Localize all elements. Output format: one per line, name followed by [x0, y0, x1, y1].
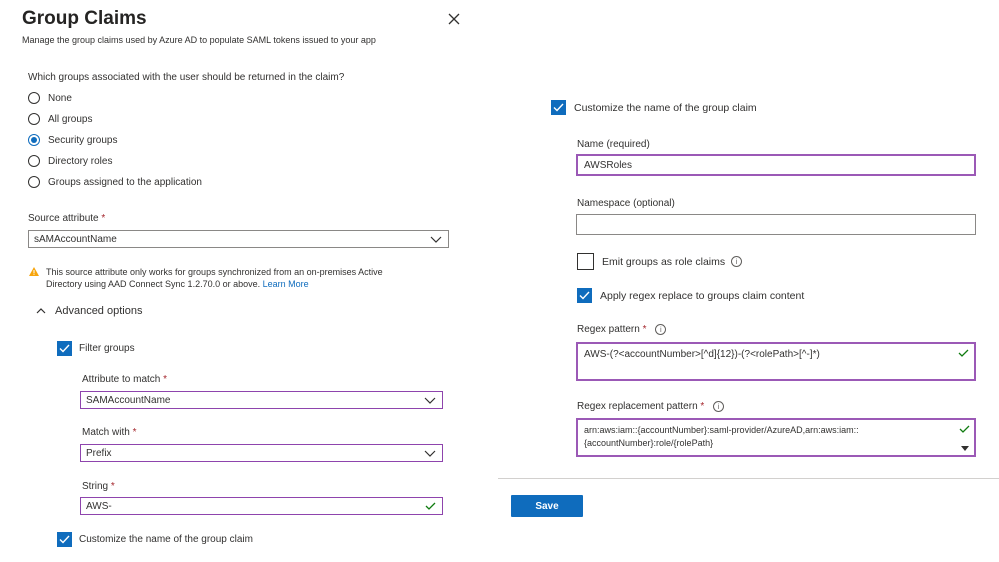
- string-label: String *: [82, 481, 115, 492]
- regex-replacement-text: arn:aws:iam::{accountNumber}:saml-provid…: [584, 424, 959, 450]
- source-attribute-label: Source attribute *: [28, 213, 105, 224]
- required-mark: *: [110, 481, 115, 492]
- namespace-label: Namespace (optional): [577, 198, 675, 209]
- attribute-to-match-label-text: Attribute to match: [82, 374, 161, 385]
- apply-regex-checkbox-row[interactable]: Apply regex replace to groups claim cont…: [577, 288, 804, 303]
- chevron-down-icon: [422, 392, 438, 408]
- warning-message: This source attribute only works for gro…: [46, 266, 383, 290]
- radio-option-security-groups[interactable]: Security groups: [28, 132, 202, 148]
- radio-option-none[interactable]: None: [28, 90, 202, 106]
- name-value: AWSRoles: [584, 159, 632, 171]
- panel-subtitle: Manage the group claims used by Azure AD…: [22, 35, 376, 45]
- string-label-text: String: [82, 481, 109, 492]
- warning-line: This source attribute only works for gro…: [46, 267, 383, 277]
- chevron-up-icon: [36, 308, 46, 314]
- string-value: AWS-: [86, 500, 112, 512]
- match-with-value: Prefix: [86, 447, 112, 459]
- radio-button[interactable]: [28, 176, 40, 188]
- regex-pattern-input[interactable]: AWS-(?<accountNumber>[^d]{12})-(?<rolePa…: [576, 342, 976, 381]
- namespace-input[interactable]: [576, 214, 976, 235]
- radio-button[interactable]: [28, 134, 40, 146]
- info-icon[interactable]: i: [655, 324, 667, 335]
- required-mark: *: [700, 401, 705, 413]
- radio-label: All groups: [48, 113, 93, 125]
- info-icon[interactable]: i: [731, 256, 743, 267]
- valid-check-icon: [422, 498, 438, 514]
- warning-text: Directory using AAD Connect Sync 1.2.70.…: [46, 279, 261, 289]
- regex-replacement-line: {accountNumber}:role/{rolePath}: [584, 438, 714, 448]
- customize-claim-label-left: Customize the name of the group claim: [79, 534, 253, 545]
- regex-pattern-label-text: Regex pattern: [577, 324, 640, 336]
- required-mark: *: [132, 427, 137, 438]
- name-label: Name (required): [577, 139, 650, 150]
- input-side-controls: [959, 424, 970, 455]
- scroll-down-icon[interactable]: [960, 442, 969, 455]
- radio-option-all-groups[interactable]: All groups: [28, 111, 202, 127]
- group-options: None All groups Security groups Director…: [28, 90, 202, 190]
- source-attribute-value: sAMAccountName: [34, 233, 117, 245]
- advanced-options-label: Advanced options: [55, 305, 143, 317]
- required-mark: *: [101, 213, 106, 224]
- customize-claim-checkbox-row[interactable]: Customize the name of the group claim: [551, 100, 757, 115]
- panel-title: Group Claims: [22, 8, 147, 29]
- regex-pattern-label: Regex pattern * i: [577, 324, 667, 336]
- source-attribute-label-text: Source attribute: [28, 213, 99, 224]
- warning-line: Directory using AAD Connect Sync 1.2.70.…: [46, 278, 383, 290]
- required-mark: *: [163, 374, 168, 385]
- regex-replacement-input[interactable]: arn:aws:iam::{accountNumber}:saml-provid…: [576, 418, 976, 457]
- radio-button[interactable]: [28, 113, 40, 125]
- learn-more-link[interactable]: Learn More: [263, 279, 309, 289]
- customize-claim-label: Customize the name of the group claim: [574, 101, 757, 114]
- groups-question: Which groups associated with the user sh…: [28, 72, 345, 83]
- emit-roles-label: Emit groups as role claims: [602, 255, 726, 268]
- customize-claim-checkbox[interactable]: [551, 100, 566, 115]
- required-mark: *: [642, 324, 647, 336]
- customize-claim-checkbox-left[interactable]: [57, 532, 72, 547]
- match-with-dropdown[interactable]: Prefix: [80, 444, 443, 462]
- regex-replacement-label: Regex replacement pattern * i: [577, 401, 725, 413]
- radio-label: None: [48, 92, 72, 104]
- attribute-to-match-dropdown[interactable]: SAMAccountName: [80, 391, 443, 409]
- match-with-label: Match with *: [82, 427, 136, 438]
- regex-replacement-label-text: Regex replacement pattern: [577, 401, 698, 413]
- emit-roles-checkbox[interactable]: [577, 253, 594, 270]
- emit-roles-checkbox-row[interactable]: Emit groups as role claims i: [577, 253, 743, 270]
- valid-check-icon: [958, 349, 969, 360]
- radio-option-directory-roles[interactable]: Directory roles: [28, 153, 202, 169]
- regex-replacement-line: arn:aws:iam::{accountNumber}:saml-provid…: [584, 425, 859, 435]
- customize-claim-checkbox-row-left[interactable]: Customize the name of the group claim: [57, 532, 253, 547]
- regex-pattern-value: AWS-(?<accountNumber>[^d]{12})-(?<rolePa…: [584, 349, 820, 360]
- close-icon[interactable]: [446, 12, 462, 28]
- filter-groups-label: Filter groups: [79, 343, 135, 354]
- radio-label: Security groups: [48, 134, 118, 146]
- radio-label: Directory roles: [48, 155, 113, 167]
- valid-check-icon: [959, 424, 970, 437]
- name-input[interactable]: AWSRoles: [576, 154, 976, 176]
- source-attribute-dropdown[interactable]: sAMAccountName: [28, 230, 449, 248]
- match-with-label-text: Match with: [82, 427, 130, 438]
- radio-label: Groups assigned to the application: [48, 176, 202, 188]
- warning-icon: [29, 267, 39, 279]
- apply-regex-checkbox[interactable]: [577, 288, 592, 303]
- attribute-to-match-label: Attribute to match *: [82, 374, 167, 385]
- string-input[interactable]: AWS-: [80, 497, 443, 515]
- radio-button[interactable]: [28, 155, 40, 167]
- chevron-down-icon: [428, 231, 444, 247]
- footer-divider: [498, 478, 999, 479]
- advanced-options-toggle[interactable]: Advanced options: [36, 305, 142, 317]
- radio-button[interactable]: [28, 92, 40, 104]
- radio-option-groups-assigned[interactable]: Groups assigned to the application: [28, 174, 202, 190]
- apply-regex-label: Apply regex replace to groups claim cont…: [600, 289, 805, 302]
- filter-groups-checkbox-row[interactable]: Filter groups: [57, 341, 135, 356]
- save-button[interactable]: Save: [511, 495, 583, 517]
- attribute-to-match-value: SAMAccountName: [86, 394, 171, 406]
- chevron-down-icon: [422, 445, 438, 461]
- info-icon[interactable]: i: [713, 401, 725, 412]
- filter-groups-checkbox[interactable]: [57, 341, 72, 356]
